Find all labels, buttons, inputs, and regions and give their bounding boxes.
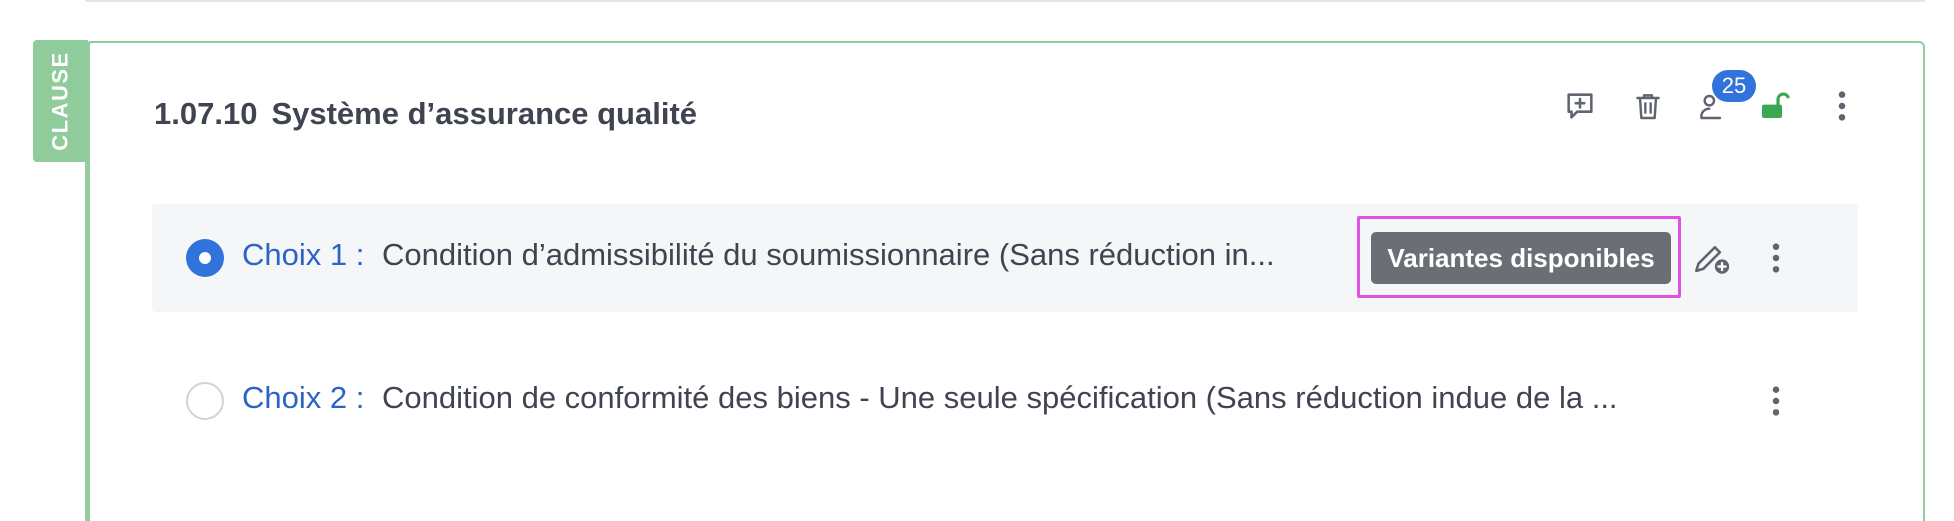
choice-2-label: Choix 2 : <box>242 380 365 415</box>
trash-icon <box>1636 94 1660 120</box>
clause-title-text: Système d’assurance qualité <box>271 96 698 131</box>
choice-1-label: Choix 1 : <box>242 237 365 272</box>
clause-number: 1.07.10 <box>154 96 258 131</box>
clause-title: 1.07.10 Système d’assurance qualité <box>154 92 697 136</box>
lock-toggle-button[interactable] <box>1754 84 1794 128</box>
edit-add-icon <box>1695 246 1730 274</box>
unlock-icon <box>1762 92 1790 118</box>
top-divider <box>85 0 1925 2</box>
clause-more-button[interactable] <box>1822 84 1862 128</box>
choice-1-more-button[interactable] <box>1756 236 1796 280</box>
choice-row-2[interactable]: Choix 2 : Condition de conformité des bi… <box>152 347 1858 455</box>
choice-1-radio[interactable] <box>186 239 224 277</box>
delete-button[interactable] <box>1628 84 1668 128</box>
notification-badge: 25 <box>1712 70 1756 102</box>
more-vertical-icon <box>1772 243 1780 273</box>
variants-available-badge[interactable]: Variantes disponibles <box>1371 232 1671 284</box>
choice-2-more-button[interactable] <box>1756 379 1796 423</box>
more-vertical-icon <box>1838 91 1846 121</box>
clause-tab: CLAUSE <box>33 40 88 162</box>
add-comment-button[interactable] <box>1560 84 1600 128</box>
choice-2-text: Condition de conformité des biens - Une … <box>382 380 1618 415</box>
clause-tab-label: CLAUSE <box>47 51 73 151</box>
add-comment-icon <box>1567 93 1593 119</box>
more-vertical-icon <box>1772 386 1780 416</box>
choice-2-radio[interactable] <box>186 382 224 420</box>
choice-1-text: Condition d’admissibilité du soumissionn… <box>382 237 1275 272</box>
add-variant-button[interactable] <box>1692 236 1732 280</box>
